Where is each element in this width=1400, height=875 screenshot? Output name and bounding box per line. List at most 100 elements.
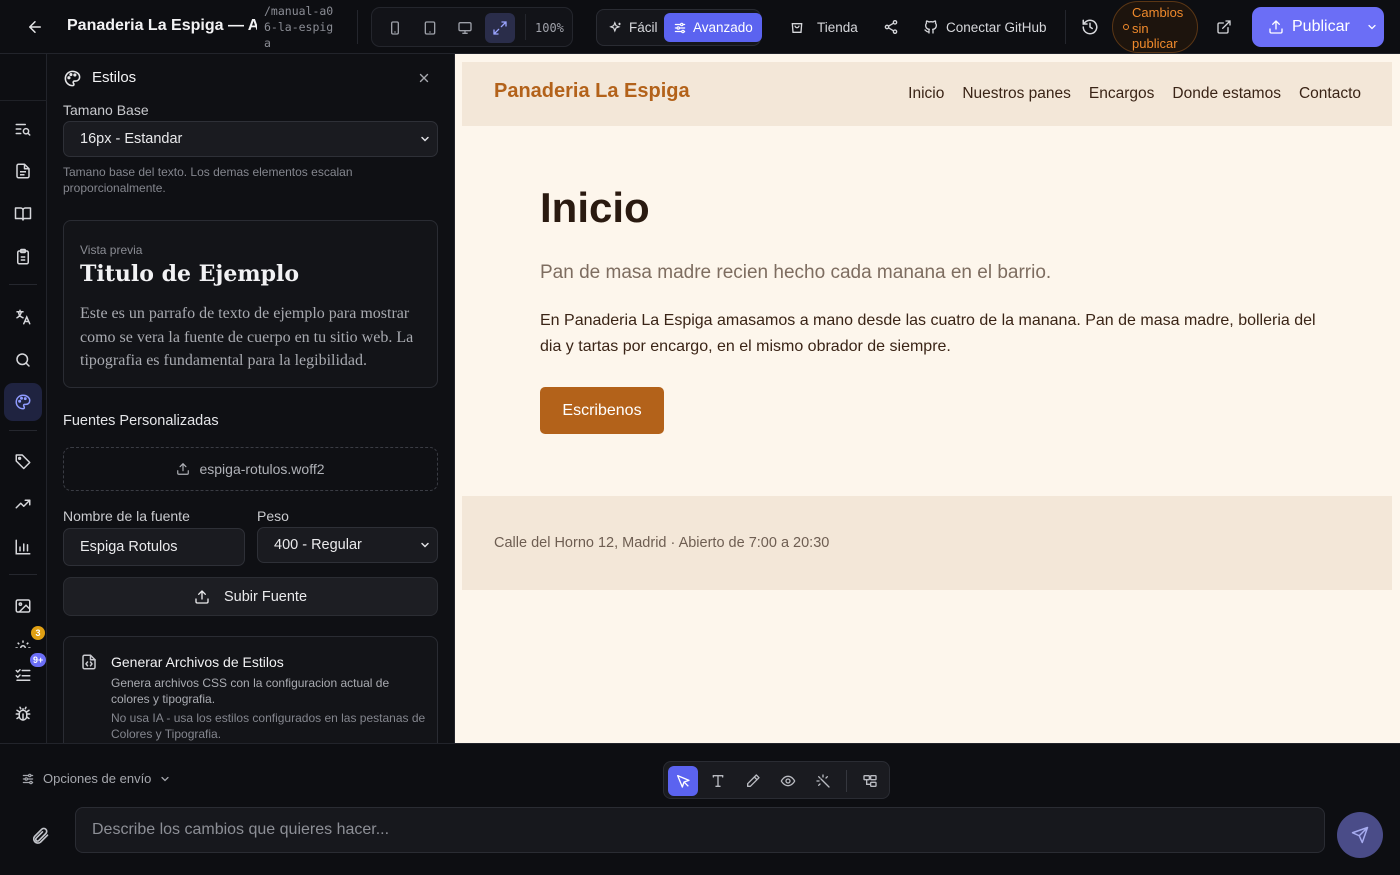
chevron-down-icon bbox=[159, 773, 171, 785]
bar-chart-icon[interactable] bbox=[4, 528, 42, 566]
tags-icon[interactable] bbox=[4, 442, 42, 480]
preview-body: Este es un parrafo de texto de ejemplo p… bbox=[80, 305, 414, 369]
divider bbox=[0, 100, 47, 101]
text-tool-icon[interactable] bbox=[703, 766, 733, 796]
back-arrow-icon[interactable] bbox=[22, 14, 48, 40]
store-button[interactable]: Tienda bbox=[789, 14, 858, 40]
base-size-label: Tamano Base bbox=[63, 102, 149, 118]
base-size-select[interactable]: 16px - Estandar bbox=[63, 121, 438, 157]
file-code-icon bbox=[80, 653, 98, 671]
search-list-icon[interactable] bbox=[4, 110, 42, 148]
advanced-mode-button[interactable]: Avanzado bbox=[664, 13, 762, 42]
footer-text: Calle del Horno 12, Madrid · Abierto de … bbox=[494, 535, 830, 551]
share-button[interactable] bbox=[883, 14, 899, 40]
share-icon bbox=[883, 19, 899, 35]
unpublished-changes-badge[interactable]: Cambios sin publicar bbox=[1112, 1, 1198, 53]
cta-button[interactable]: Escribenos bbox=[540, 387, 664, 434]
sidebar-rail: 3 9+ bbox=[0, 54, 47, 743]
search-icon[interactable] bbox=[4, 341, 42, 379]
desktop-view-icon[interactable] bbox=[450, 13, 480, 43]
select-cursor-icon[interactable] bbox=[668, 766, 698, 796]
hero-title: Inicio bbox=[540, 184, 650, 231]
image-icon[interactable] bbox=[4, 587, 42, 625]
weight-select[interactable]: 400 - Regular bbox=[257, 527, 438, 563]
easy-mode-label: Fácil bbox=[629, 20, 658, 35]
nav-link-encargos[interactable]: Encargos bbox=[1089, 85, 1154, 103]
magic-wand-icon[interactable] bbox=[808, 766, 838, 796]
weight-value: 400 - Regular bbox=[274, 537, 362, 553]
clipboard-icon[interactable] bbox=[4, 238, 42, 276]
fullscreen-view-icon[interactable] bbox=[485, 13, 515, 43]
divider bbox=[9, 430, 37, 431]
font-file-dropzone[interactable]: espiga-rotulos.woff2 bbox=[63, 447, 438, 491]
palette-icon[interactable] bbox=[4, 383, 42, 421]
advanced-mode-label: Avanzado bbox=[693, 20, 753, 35]
zoom-level[interactable]: 100% bbox=[535, 21, 564, 35]
github-label: Conectar GitHub bbox=[946, 19, 1047, 35]
editor-tools bbox=[663, 761, 890, 799]
upload-font-button[interactable]: Subir Fuente bbox=[63, 577, 438, 616]
panel-title: Estilos bbox=[92, 69, 137, 86]
top-bar: Panaderia La Espiga — A... /manual-a06-l… bbox=[0, 0, 1400, 54]
nav-link-contacto[interactable]: Contacto bbox=[1299, 85, 1361, 103]
pencil-icon[interactable] bbox=[738, 766, 768, 796]
chat-input[interactable]: Describe los cambios que quieres hacer..… bbox=[75, 807, 1325, 853]
nav-link-panes[interactable]: Nuestros panes bbox=[962, 85, 1071, 103]
chat-composer: Opciones de envío Describe los cambios q… bbox=[0, 743, 1400, 875]
send-button[interactable] bbox=[1337, 812, 1383, 858]
tablet-view-icon[interactable] bbox=[415, 13, 445, 43]
typography-preview-card: Vista previa Titulo de Ejemplo Este es u… bbox=[63, 220, 438, 388]
chevron-down-icon bbox=[419, 133, 431, 145]
history-button[interactable] bbox=[1081, 14, 1099, 40]
upload-icon bbox=[1268, 19, 1284, 35]
store-label: Tienda bbox=[817, 19, 858, 35]
chevron-down-icon bbox=[419, 539, 431, 551]
open-external-button[interactable] bbox=[1216, 14, 1232, 40]
upload-icon bbox=[176, 462, 190, 476]
site-preview: Panaderia La Espiga Inicio Nuestros pane… bbox=[455, 54, 1400, 743]
book-icon[interactable] bbox=[4, 195, 42, 233]
shopping-bag-icon bbox=[789, 19, 805, 35]
preview-title: Titulo de Ejemplo bbox=[80, 261, 300, 287]
github-icon bbox=[923, 19, 939, 35]
eye-icon[interactable] bbox=[773, 766, 803, 796]
close-icon[interactable] bbox=[414, 68, 434, 88]
nav-link-inicio[interactable]: Inicio bbox=[908, 85, 944, 103]
easy-mode-button[interactable]: Fácil bbox=[600, 13, 667, 42]
mobile-view-icon[interactable] bbox=[380, 13, 410, 43]
sparkles-icon bbox=[609, 20, 623, 35]
divider bbox=[357, 10, 358, 44]
generate-styles-card[interactable]: Generar Archivos de Estilos Genera archi… bbox=[63, 636, 438, 743]
site-footer: Calle del Horno 12, Madrid · Abierto de … bbox=[462, 496, 1392, 590]
chat-placeholder: Describe los cambios que quieres hacer..… bbox=[92, 821, 390, 838]
weight-label: Peso bbox=[257, 508, 289, 524]
bug-icon[interactable] bbox=[4, 695, 42, 733]
chevron-down-icon[interactable] bbox=[1366, 21, 1378, 33]
publish-label: Publicar bbox=[1292, 18, 1350, 35]
upload-icon bbox=[194, 589, 210, 605]
settings-badge: 3 bbox=[31, 626, 45, 640]
divider bbox=[9, 574, 37, 575]
trend-icon[interactable] bbox=[4, 485, 42, 523]
layout-tree-icon[interactable] bbox=[855, 766, 885, 796]
base-size-value: 16px - Estandar bbox=[80, 131, 183, 147]
send-options-toggle[interactable]: Opciones de envío bbox=[21, 771, 171, 786]
upload-font-label: Subir Fuente bbox=[223, 588, 308, 605]
connect-github-button[interactable]: Conectar GitHub bbox=[923, 14, 1047, 40]
font-name-value: Espiga Rotulos bbox=[80, 539, 178, 555]
project-slug: /manual-a06-la-espiga bbox=[264, 4, 334, 50]
hero-body: En Panaderia La Espiga amasamos a mano d… bbox=[540, 312, 1316, 355]
styles-panel: Estilos Tamano Base 16px - Estandar Tama… bbox=[47, 54, 455, 743]
checklist-badge: 9+ bbox=[30, 653, 47, 667]
device-switcher: 100% bbox=[371, 7, 573, 47]
font-name-input[interactable]: Espiga Rotulos bbox=[63, 528, 245, 566]
publish-button[interactable]: Publicar bbox=[1252, 7, 1384, 47]
paperclip-icon[interactable] bbox=[28, 824, 52, 848]
divider bbox=[9, 284, 37, 285]
nav-link-donde[interactable]: Donde estamos bbox=[1172, 85, 1281, 103]
external-link-icon bbox=[1216, 19, 1232, 35]
file-icon[interactable] bbox=[4, 152, 42, 190]
base-size-help: Tamano base del texto. Los demas element… bbox=[63, 165, 353, 195]
site-logo[interactable]: Panaderia La Espiga bbox=[494, 80, 690, 103]
translate-icon[interactable] bbox=[4, 298, 42, 336]
